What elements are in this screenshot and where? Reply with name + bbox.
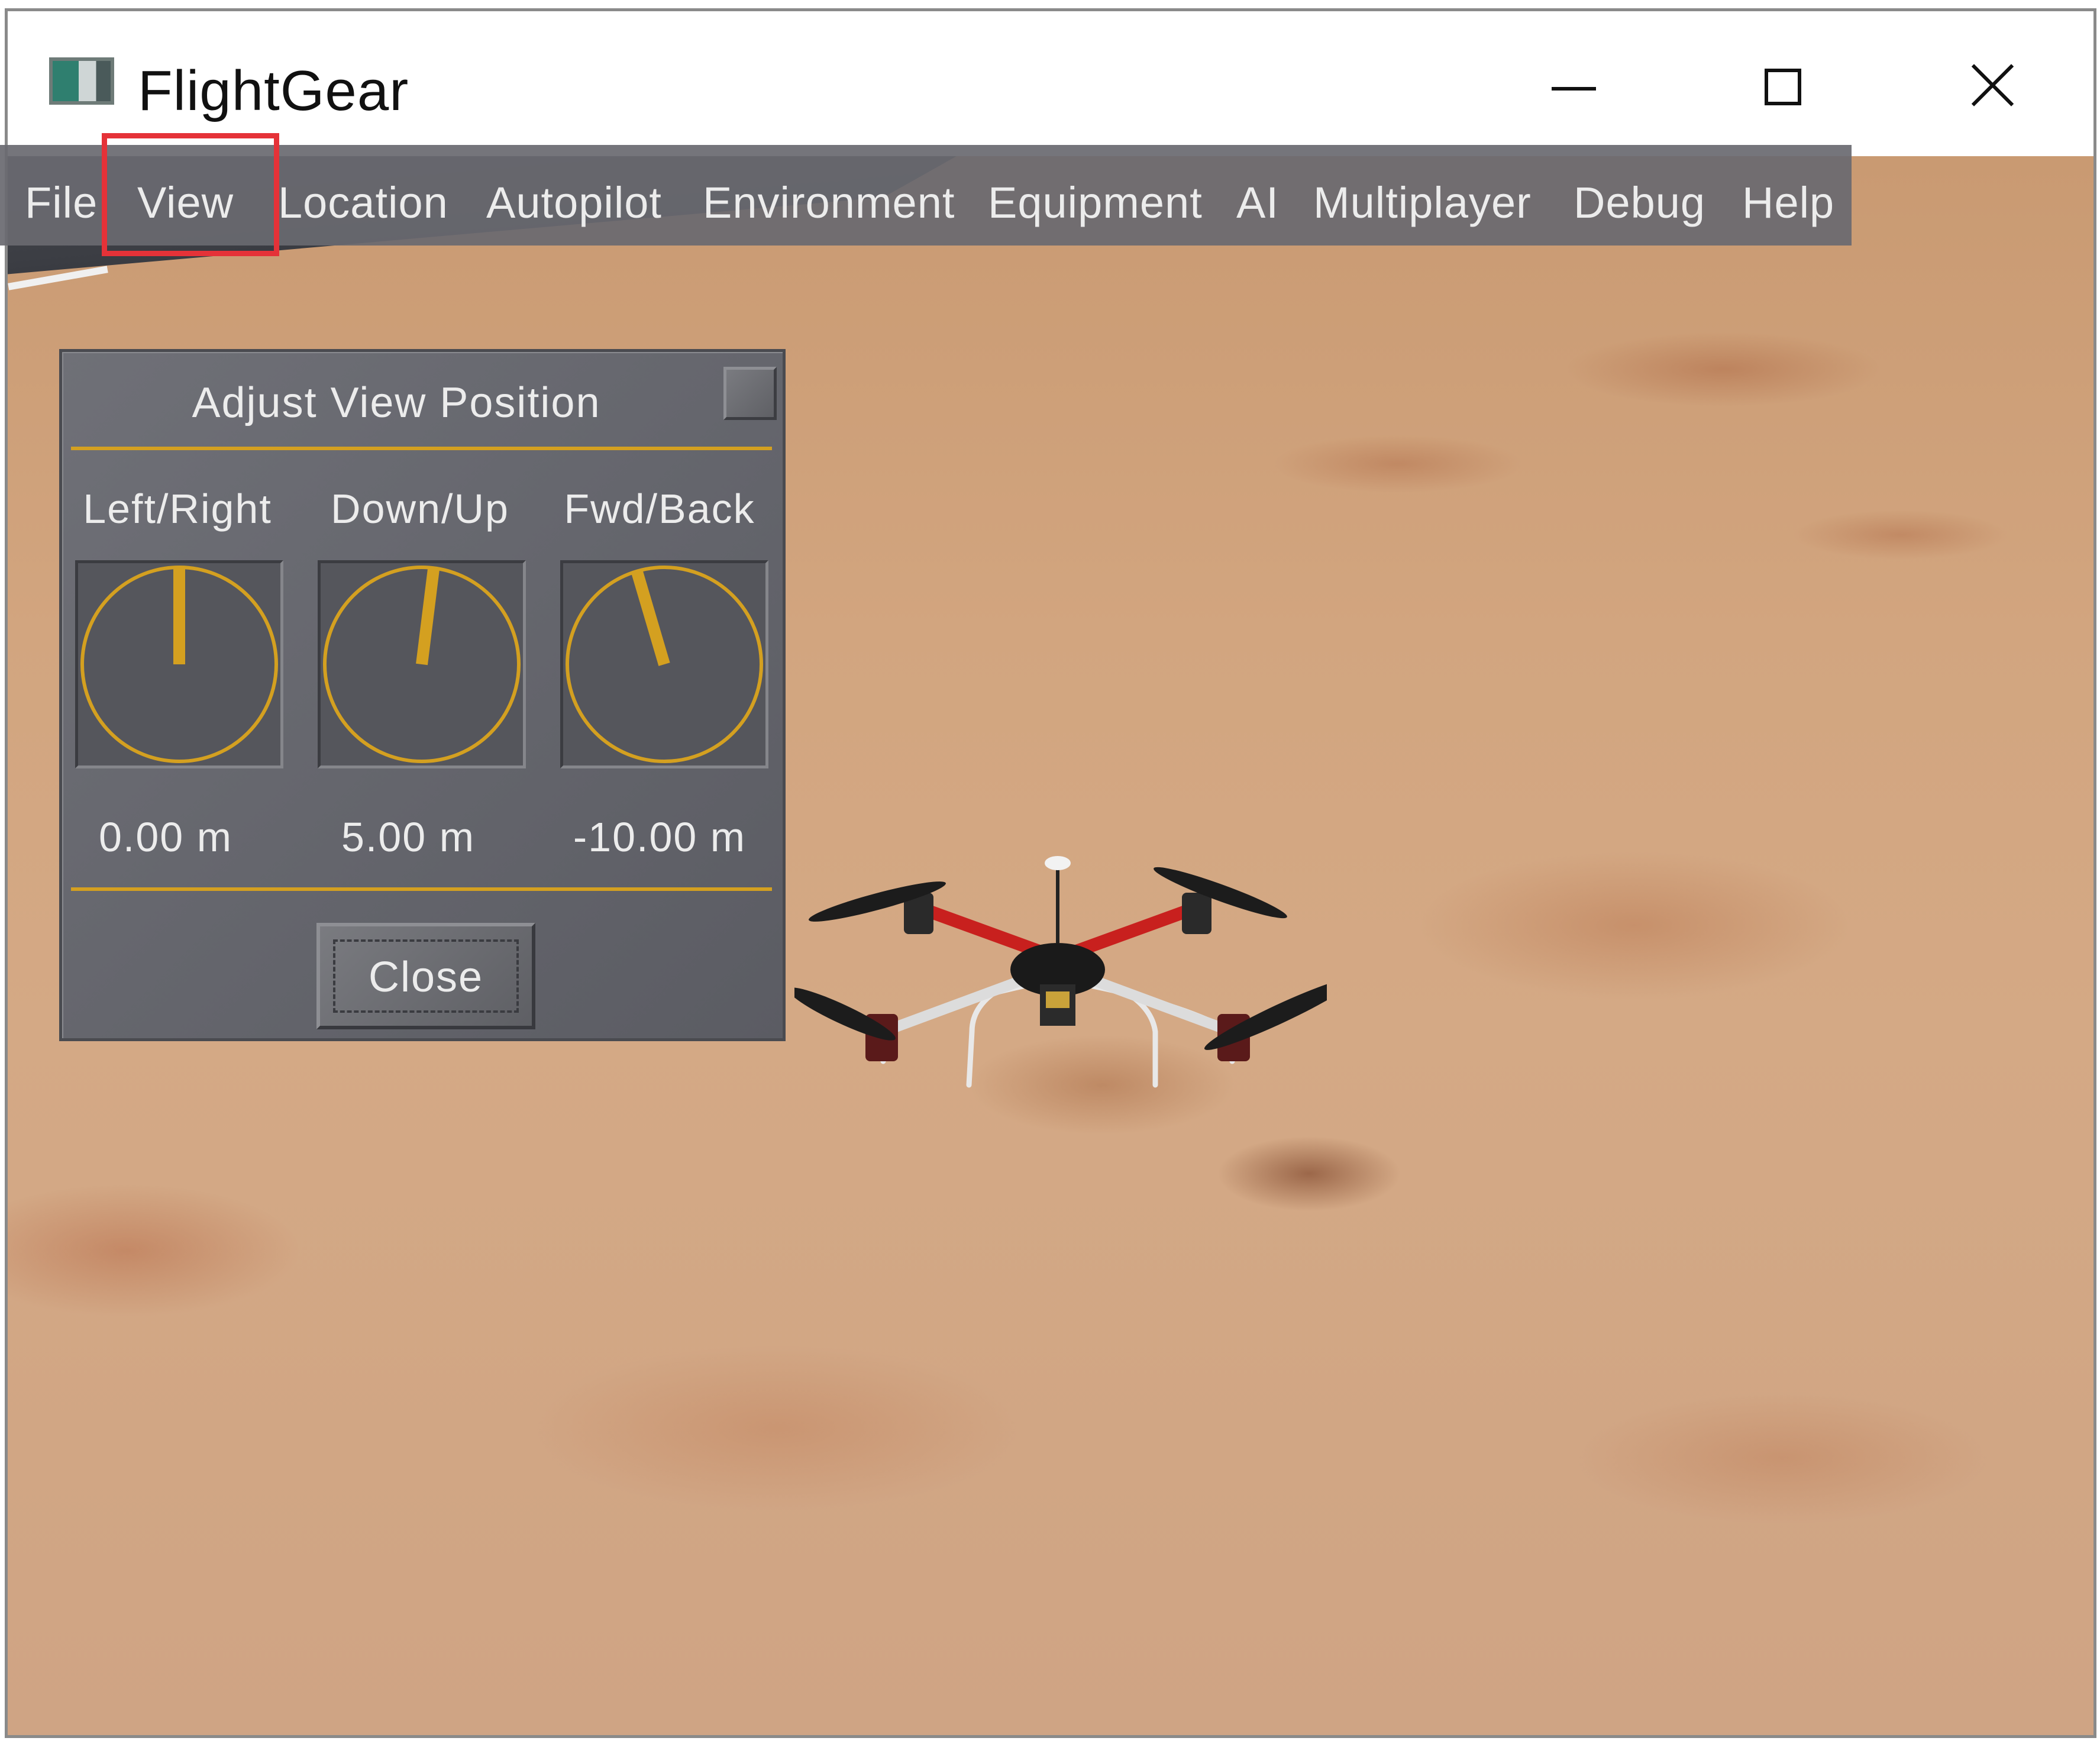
fwd-back-dial[interactable] [560, 560, 768, 768]
down-up-dial[interactable] [318, 560, 526, 768]
maximize-icon[interactable] [1738, 47, 1827, 124]
knob-label-fwd-back: Fwd/Back [564, 486, 755, 532]
fwd-back-value: -10.00 m [573, 814, 747, 860]
menu-location[interactable]: Location [278, 177, 448, 228]
dialog-title: Adjust View Position [192, 379, 601, 427]
menu-environment[interactable]: Environment [703, 177, 955, 228]
quadcopter-drone [794, 856, 1327, 1088]
dial-icon [80, 566, 278, 763]
view-menu-highlight [102, 133, 279, 256]
knob-label-left-right: Left/Right [83, 486, 272, 532]
dial-icon [323, 566, 521, 763]
adjust-view-position-dialog: Adjust View Position Left/Right Down/Up … [59, 349, 786, 1041]
left-right-value: 0.00 m [99, 814, 232, 860]
menu-help[interactable]: Help [1742, 177, 1834, 228]
left-right-dial[interactable] [75, 560, 283, 768]
close-icon[interactable] [1948, 47, 2037, 124]
knob-label-down-up: Down/Up [331, 486, 509, 532]
menu-file[interactable]: File [25, 177, 98, 228]
menu-ai[interactable]: AI [1236, 177, 1279, 228]
menu-debug[interactable]: Debug [1574, 177, 1705, 228]
title-bar: FlightGear [8, 11, 2093, 156]
close-button-label: Close [368, 954, 484, 1001]
close-button[interactable]: Close [316, 923, 535, 1029]
divider [71, 447, 772, 450]
down-up-value: 5.00 m [341, 814, 475, 860]
dialog-close-box[interactable] [723, 367, 777, 420]
menu-equipment[interactable]: Equipment [988, 177, 1203, 228]
dial-icon [566, 566, 763, 763]
window-title: FlightGear [138, 59, 409, 122]
flightgear-app-icon [49, 57, 114, 105]
menu-autopilot[interactable]: Autopilot [486, 177, 662, 228]
menu-multiplayer[interactable]: Multiplayer [1313, 177, 1532, 228]
divider [71, 887, 772, 891]
minimize-icon[interactable] [1528, 47, 1617, 124]
